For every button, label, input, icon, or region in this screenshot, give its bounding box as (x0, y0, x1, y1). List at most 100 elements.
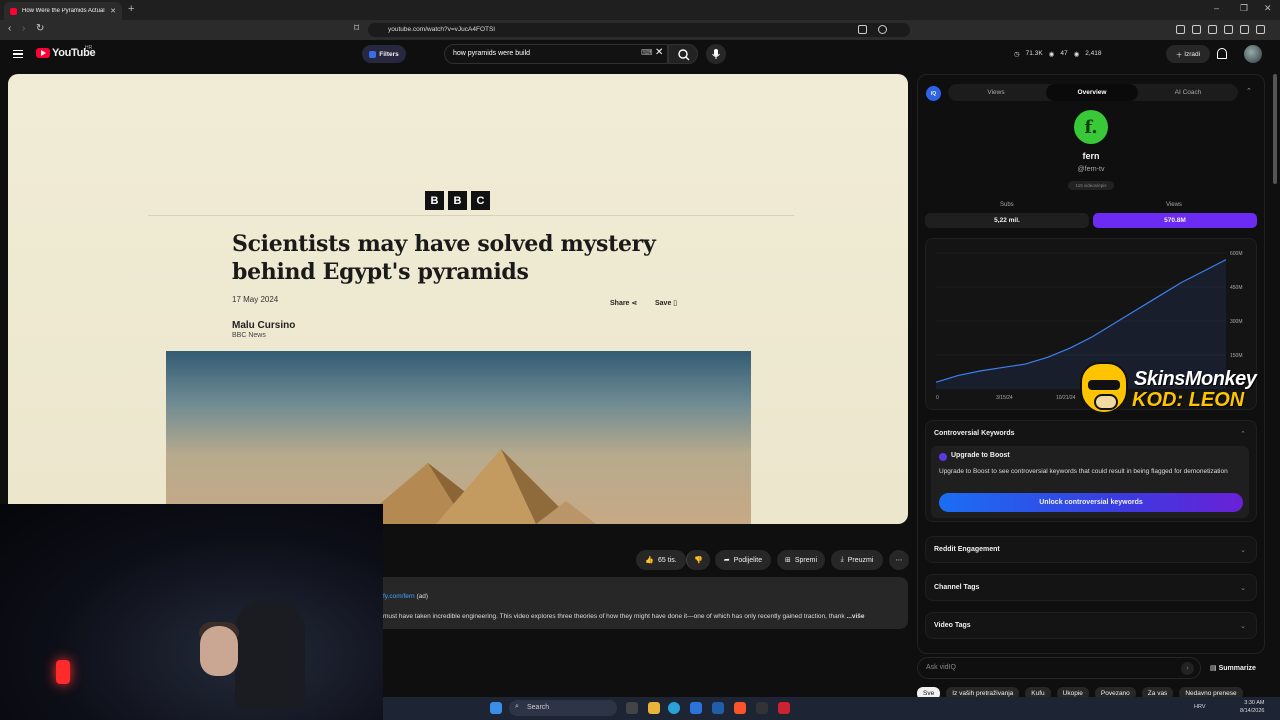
video-tags-panel[interactable]: Video Tags ⌄ (925, 612, 1257, 639)
minimize-icon[interactable]: – (1214, 3, 1219, 13)
summarize-icon: ▤ (1210, 665, 1219, 672)
ask-vidiq-input[interactable]: Ask vidIQ › (917, 657, 1201, 679)
tab-ai-coach[interactable]: AI Coach (1142, 84, 1234, 101)
shield-icon[interactable] (878, 25, 887, 34)
bbc-letter: B (425, 191, 444, 210)
reload-icon[interactable]: ↻ (36, 23, 44, 34)
search-button[interactable] (668, 44, 698, 64)
bookmarks-icon[interactable] (1192, 25, 1201, 34)
hamburger-menu-icon[interactable] (13, 50, 23, 58)
system-clock[interactable]: 3:30 AM 8/14/2026 (1240, 699, 1264, 715)
vidiq-header-stats: ◷ 71.3K ◉ 47 ◉ 2,418 (1014, 50, 1102, 58)
close-tab-icon[interactable]: ✕ (110, 7, 116, 15)
sidebar-icon[interactable] (1208, 25, 1217, 34)
chevron-up-icon[interactable]: ⌃ (1240, 430, 1246, 438)
task-view-icon[interactable] (626, 702, 638, 714)
search-input[interactable]: how pyramids were build ⌨ ✕ (444, 44, 668, 64)
app-icon[interactable] (756, 702, 768, 714)
download-button[interactable]: ⤓ Preuzmi (831, 550, 883, 570)
channel-tags-panel[interactable]: Channel Tags ⌄ (925, 574, 1257, 601)
description-box[interactable] (383, 577, 908, 629)
unlock-keywords-button[interactable]: Unlock controversial keywords (939, 493, 1243, 512)
brave-icon[interactable] (734, 702, 746, 714)
notifications-icon[interactable] (1217, 48, 1227, 59)
taskbar-search[interactable]: ⌕ Search (509, 700, 617, 716)
bookmark-icon[interactable]: ⌑ (354, 23, 359, 34)
article-share: Share ⋖ (610, 300, 638, 307)
new-tab-button[interactable]: + (128, 3, 134, 15)
maximize-icon[interactable]: ❐ (1240, 3, 1248, 14)
save-button[interactable]: ⊞ Spremi (777, 550, 825, 570)
like-button[interactable]: 👍 65 tis. (636, 550, 686, 570)
back-icon[interactable]: ‹ (8, 23, 11, 34)
save-label: Spremi (794, 556, 818, 564)
extension-icon[interactable] (1176, 25, 1185, 34)
clear-search-icon[interactable]: ✕ (655, 47, 663, 58)
stat-value: 47 (1060, 50, 1068, 57)
filters-button[interactable]: Filters (362, 45, 406, 63)
panel-title[interactable]: Controversial Keywords (934, 430, 1015, 437)
menu-icon[interactable] (1256, 25, 1265, 34)
pyramids-illustration (356, 449, 596, 524)
reddit-engagement-panel[interactable]: Reddit Engagement ⌄ (925, 536, 1257, 563)
share-icon: ➦ (723, 557, 730, 564)
forward-icon[interactable]: › (22, 23, 25, 34)
subs-label: Subs (1000, 202, 1014, 208)
y-tick-label: 600M (1230, 251, 1243, 257)
vidiq-logo-icon: IQ (926, 86, 941, 101)
summarize-button[interactable]: ▤ Summarize (1210, 664, 1256, 672)
wallet-icon[interactable] (1240, 25, 1249, 34)
create-button[interactable]: ＋ Izradi (1166, 45, 1210, 63)
clock-date: 8/14/2026 (1240, 708, 1265, 714)
windows-start-icon[interactable] (490, 702, 502, 714)
views-value[interactable]: 570.8M (1093, 213, 1257, 228)
boost-text: Upgrade to Boost to see controversial ke… (939, 468, 1228, 475)
store-icon[interactable] (690, 702, 702, 714)
skinsmonkey-logo (1080, 362, 1128, 414)
stat-icon-clock: ◷ (1014, 51, 1020, 58)
browser-toolbar: ‹ › ↻ ⌑ youtube.com/watch?v=vJucA4FOTSI (0, 20, 1280, 40)
x-tick-label: 10/21/24 (1056, 395, 1076, 401)
search-value: how pyramids were build (453, 50, 531, 57)
app-icon[interactable] (778, 702, 790, 714)
edge-icon[interactable] (668, 702, 680, 714)
download-icon: ⤓ (840, 556, 844, 563)
file-explorer-icon[interactable] (648, 702, 660, 714)
boost-title: Upgrade to Boost (951, 452, 1010, 459)
tab-views[interactable]: Views (950, 84, 1042, 101)
panel-title: Channel Tags (934, 584, 980, 591)
close-window-icon[interactable]: ✕ (1264, 3, 1272, 14)
avatar[interactable] (1244, 45, 1262, 63)
subs-value[interactable]: 5,22 mil. (925, 213, 1089, 228)
share-button[interactable]: ➦ Podijelite (715, 550, 771, 570)
channel-pill: 115 videos/epis (1068, 181, 1114, 190)
send-icon[interactable]: › (1181, 662, 1194, 675)
youtube-favicon-icon (10, 7, 17, 15)
x-tick-label: 0 (936, 395, 939, 401)
stat-value: 71.3K (1025, 50, 1043, 57)
panel-title: Video Tags (934, 622, 971, 629)
tab-overview[interactable]: Overview (1046, 84, 1138, 101)
browser-tab[interactable]: How Were the Pyramids Actuall... ✕ (4, 2, 122, 20)
voice-search-button[interactable] (706, 44, 726, 64)
video-player[interactable]: B B C Scientists may have solved mystery… (8, 74, 908, 524)
app-icon[interactable] (712, 702, 724, 714)
description-link[interactable]: fy.com/fern (ad) (383, 593, 428, 600)
channel-handle: @fern-tv (1077, 166, 1105, 173)
keyboard-icon[interactable]: ⌨ (641, 48, 653, 57)
cast-icon[interactable] (858, 25, 867, 34)
scrollbar[interactable] (1273, 74, 1277, 184)
more-icon: ⋯ (895, 557, 903, 564)
collapse-icon[interactable]: ⌃ (1246, 87, 1252, 95)
download-icon[interactable] (1224, 25, 1233, 34)
address-field[interactable]: youtube.com/watch?v=vJucA4FOTSI (368, 23, 910, 37)
language-indicator[interactable]: HRV (1194, 704, 1206, 710)
channel-name: fern (1082, 151, 1100, 161)
y-tick-label: 150M (1230, 353, 1243, 359)
more-actions-button[interactable]: ⋯ (889, 550, 909, 570)
search-icon: ⌕ (515, 703, 519, 710)
streamer-face (200, 626, 238, 676)
channel-logo[interactable]: f. (1074, 110, 1108, 144)
youtube-logo-icon[interactable] (36, 48, 50, 58)
dislike-button[interactable]: 👎 (686, 550, 710, 570)
